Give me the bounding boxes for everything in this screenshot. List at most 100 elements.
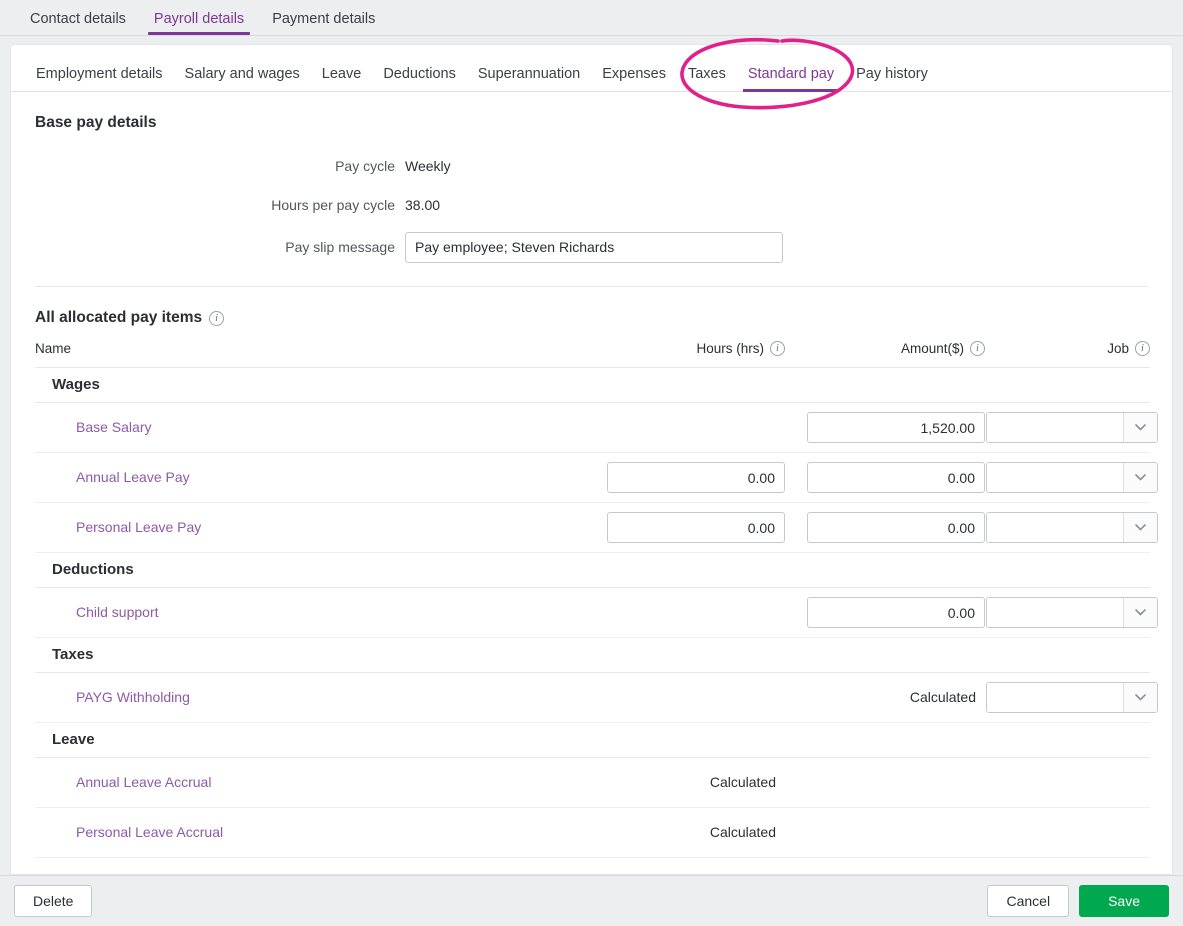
- base-pay-details-heading: Base pay details: [35, 114, 1148, 132]
- chevron-down-icon: [1135, 524, 1146, 531]
- job-select[interactable]: [986, 597, 1158, 628]
- pay-item-link[interactable]: PAYG Withholding: [36, 689, 190, 705]
- group-label: Leave: [52, 731, 95, 748]
- info-icon[interactable]: i: [209, 310, 225, 326]
- pay-item-link[interactable]: Base Salary: [36, 419, 151, 435]
- cell-name: PAYG Withholding: [35, 672, 585, 723]
- subtab-superannuation[interactable]: Superannuation: [467, 65, 591, 92]
- table-row: Personal Leave Accrual Calculated: [35, 807, 1150, 858]
- cell-job: [985, 807, 1150, 858]
- cell-amount: [785, 502, 985, 553]
- delete-button[interactable]: Delete: [14, 885, 93, 917]
- column-header-amount: Amount($) i: [785, 341, 985, 368]
- job-select-value: [987, 598, 1123, 627]
- subtab-taxes[interactable]: Taxes: [677, 66, 737, 92]
- pay-item-link[interactable]: Personal Leave Accrual: [36, 824, 223, 840]
- info-icon[interactable]: i: [770, 341, 785, 356]
- chevron-down-icon[interactable]: [1123, 683, 1157, 712]
- pay-items-table-head: Name Hours (hrs) i Amount($) i Job i: [35, 341, 1150, 368]
- section-divider: [35, 286, 1148, 287]
- amount-input[interactable]: [807, 412, 985, 443]
- cancel-button[interactable]: Cancel: [987, 885, 1070, 917]
- group-cell: Deductions: [35, 552, 1150, 588]
- group-label: Taxes: [52, 646, 94, 663]
- amount-input[interactable]: [807, 462, 985, 493]
- hours-value: Calculated: [709, 823, 776, 840]
- subtab-pay-history[interactable]: Pay history: [845, 65, 939, 92]
- subtab-label: Leave: [321, 65, 362, 82]
- info-icon[interactable]: i: [1135, 341, 1150, 356]
- amount-value: Calculated: [909, 688, 976, 705]
- subtab-leave[interactable]: Leave: [311, 65, 373, 92]
- column-header-job: Job i: [985, 341, 1150, 368]
- cell-amount: [785, 402, 985, 453]
- job-select[interactable]: [986, 512, 1158, 543]
- chevron-down-icon[interactable]: [1123, 413, 1157, 442]
- table-header-row: Name Hours (hrs) i Amount($) i Job i: [35, 341, 1150, 368]
- save-button[interactable]: Save: [1079, 885, 1169, 917]
- subtab-label: Pay history: [856, 65, 928, 82]
- hours-input[interactable]: [607, 462, 785, 493]
- chevron-down-icon[interactable]: [1123, 463, 1157, 492]
- cell-job: [985, 502, 1158, 553]
- job-select-value: [987, 413, 1123, 442]
- table-row: Child support: [35, 587, 1158, 638]
- cell-name: Base Salary: [35, 402, 585, 453]
- primary-tab-bar: Contact details Payroll details Payment …: [0, 0, 1183, 36]
- pay-cycle-label: Pay cycle: [335, 157, 395, 174]
- section-heading-label: All allocated pay items: [35, 309, 203, 326]
- cell-hours: [585, 402, 785, 453]
- subtab-standard-pay[interactable]: Standard pay: [737, 66, 845, 92]
- cell-hours: [585, 452, 785, 503]
- chevron-down-icon[interactable]: [1123, 513, 1157, 542]
- pay-slip-message-row: Pay slip message: [35, 224, 1148, 270]
- table-row: Annual Leave Accrual Calculated: [35, 757, 1150, 808]
- cell-hours: Calculated: [585, 807, 785, 858]
- tab-payroll-details[interactable]: Payroll details: [140, 11, 258, 36]
- subtab-deductions[interactable]: Deductions: [372, 65, 467, 92]
- column-header-name: Name: [35, 341, 585, 368]
- pay-item-link[interactable]: Annual Leave Pay: [36, 469, 190, 485]
- chevron-down-icon[interactable]: [1123, 598, 1157, 627]
- tab-payment-details[interactable]: Payment details: [258, 11, 389, 36]
- payroll-details-card: Employment details Salary and wages Leav…: [10, 44, 1173, 875]
- subtab-salary-and-wages[interactable]: Salary and wages: [174, 66, 311, 92]
- cell-hours: [585, 587, 785, 638]
- subtab-label: Superannuation: [477, 65, 581, 82]
- pay-item-link[interactable]: Annual Leave Accrual: [36, 774, 211, 790]
- column-header-label: Hours (hrs): [696, 341, 764, 356]
- pay-slip-message-input[interactable]: [405, 231, 783, 263]
- pay-cycle-row: Pay cycle Weekly: [35, 146, 1148, 185]
- subtab-employment-details[interactable]: Employment details: [25, 66, 174, 92]
- cell-amount: [785, 587, 985, 638]
- pay-cycle-value: Weekly: [405, 157, 451, 174]
- hours-input[interactable]: [607, 512, 785, 543]
- cell-hours: [585, 502, 785, 553]
- chevron-down-icon: [1135, 609, 1146, 616]
- footer-action-bar: Delete Cancel Save: [0, 875, 1183, 926]
- column-header-label: Name: [35, 341, 72, 356]
- pay-item-link[interactable]: Personal Leave Pay: [36, 519, 201, 535]
- pay-item-link[interactable]: Child support: [36, 604, 159, 620]
- job-select[interactable]: [986, 412, 1158, 443]
- job-select[interactable]: [986, 682, 1158, 713]
- cell-job: [985, 587, 1158, 638]
- pay-slip-message-label: Pay slip message: [285, 239, 395, 255]
- secondary-tab-bar: Employment details Salary and wages Leav…: [11, 45, 1172, 92]
- info-icon[interactable]: i: [970, 341, 985, 356]
- cell-name: Child support: [35, 587, 585, 638]
- chevron-down-icon: [1135, 474, 1146, 481]
- subtab-label: Deductions: [383, 65, 456, 82]
- cell-job: [985, 757, 1150, 808]
- hours-per-pay-cycle-label: Hours per pay cycle: [271, 196, 395, 213]
- amount-input[interactable]: [807, 512, 985, 543]
- group-cell: Leave: [35, 722, 1150, 758]
- tab-contact-details[interactable]: Contact details: [16, 11, 140, 36]
- pay-items-table-body: Wages Base Salary Annual Leave Pay Personal…: [35, 367, 1158, 858]
- job-select[interactable]: [986, 462, 1158, 493]
- cell-name: Annual Leave Accrual: [35, 757, 585, 808]
- cell-amount: Calculated: [785, 672, 985, 723]
- subtab-expenses[interactable]: Expenses: [591, 66, 677, 92]
- amount-input[interactable]: [807, 597, 985, 628]
- group-cell: Taxes: [35, 637, 1150, 673]
